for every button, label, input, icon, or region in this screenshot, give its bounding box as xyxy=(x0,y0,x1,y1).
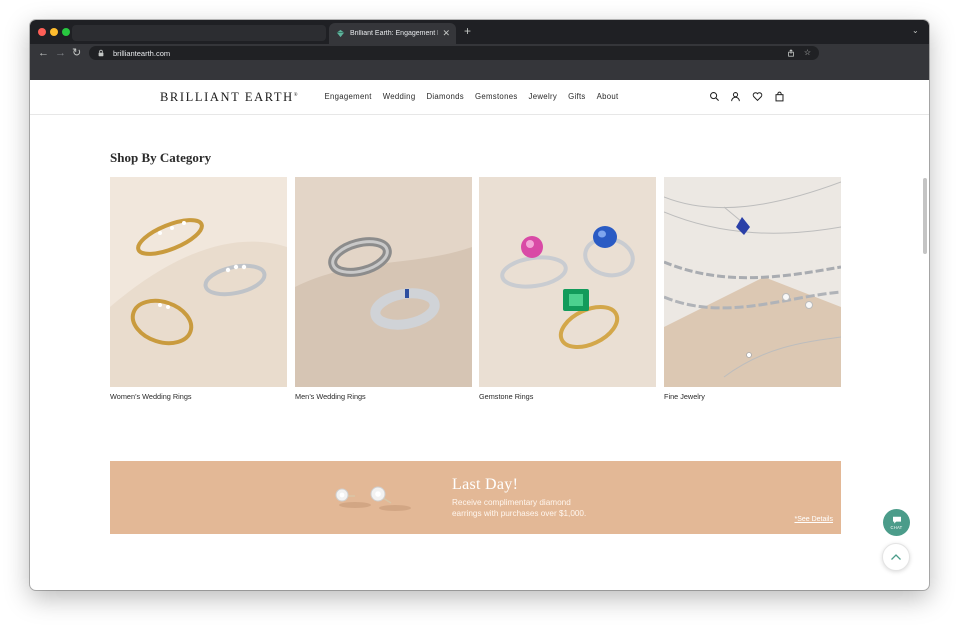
chat-bubble-icon xyxy=(892,516,901,523)
bookmark-star-icon[interactable]: ☆ xyxy=(804,49,811,57)
see-details-link[interactable]: *See Details xyxy=(794,516,833,523)
banner-title: Last Day! xyxy=(452,476,519,493)
category-label[interactable]: Women’s Wedding Rings xyxy=(110,392,287,401)
banner-description: Receive complimentary diamond earrings w… xyxy=(452,498,587,518)
category-card-gemstone-rings[interactable]: Gemstone Rings xyxy=(479,177,656,401)
new-tab-button[interactable]: + xyxy=(464,25,471,37)
search-icon[interactable] xyxy=(709,91,720,102)
womens-wedding-rings-image xyxy=(110,177,287,387)
mens-wedding-rings-image xyxy=(295,177,472,387)
diamond-earrings-image xyxy=(335,486,411,511)
tab-close-icon[interactable]: ✕ xyxy=(442,29,450,38)
nav-diamonds[interactable]: Diamonds xyxy=(426,92,464,101)
nav-engagement[interactable]: Engagement xyxy=(325,92,372,101)
category-label[interactable]: Fine Jewelry xyxy=(664,392,841,401)
brilliant-earth-logo[interactable]: BRILLIANT EARTH® xyxy=(160,90,298,105)
shopping-bag-icon[interactable] xyxy=(774,91,785,102)
nav-wedding[interactable]: Wedding xyxy=(383,92,416,101)
tab-active[interactable]: Brilliant Earth: Engagement Rin ✕ xyxy=(329,23,456,44)
nav-gemstones[interactable]: Gemstones xyxy=(475,92,518,101)
nav-about[interactable]: About xyxy=(597,92,619,101)
fine-jewelry-image xyxy=(664,177,841,387)
nav-jewelry[interactable]: Jewelry xyxy=(529,92,558,101)
chevron-up-icon xyxy=(891,554,901,560)
category-card-fine-jewelry[interactable]: Fine Jewelry xyxy=(664,177,841,401)
share-icon[interactable] xyxy=(787,49,795,57)
page-scrollbar[interactable] xyxy=(923,178,927,254)
maximize-window-button[interactable] xyxy=(62,28,70,36)
gemstone-rings-image xyxy=(479,177,656,387)
main-nav: Engagement Wedding Diamonds Gemstones Je… xyxy=(319,92,624,101)
account-icon[interactable] xyxy=(730,91,741,102)
nav-gifts[interactable]: Gifts xyxy=(568,92,586,101)
chat-button[interactable]: CHAT xyxy=(883,509,910,536)
section-title: Shop By Category xyxy=(110,150,212,165)
url-text: brilliantearth.com xyxy=(113,48,171,58)
tab-inactive[interactable] xyxy=(72,25,326,41)
promo-banner[interactable]: Last Day! Receive complimentary diamond … xyxy=(110,461,841,534)
back-arrow-icon[interactable]: ← xyxy=(38,46,49,60)
category-card-mens-wedding-rings[interactable]: Men’s Wedding Rings xyxy=(295,177,472,401)
close-window-button[interactable] xyxy=(38,28,46,36)
browser-toolbar: ← → ↻ brilliantearth.com ☆ xyxy=(30,44,929,62)
category-label[interactable]: Gemstone Rings xyxy=(479,392,656,401)
minimize-window-button[interactable] xyxy=(50,28,58,36)
tab-strip: Brilliant Earth: Engagement Rin ✕ + ⌄ xyxy=(30,20,929,44)
brilliant-earth-favicon-icon xyxy=(335,29,345,39)
site-header: BRILLIANT EARTH® Engagement Wedding Diam… xyxy=(30,80,929,115)
forward-arrow-icon[interactable]: → xyxy=(55,46,66,60)
chat-label: CHAT xyxy=(890,524,903,530)
tab-search-chevron-icon[interactable]: ⌄ xyxy=(912,27,919,35)
browser-chrome-background xyxy=(30,62,929,80)
category-label[interactable]: Men’s Wedding Rings xyxy=(295,392,472,401)
back-to-top-button[interactable] xyxy=(882,543,910,571)
address-bar[interactable]: brilliantearth.com ☆ xyxy=(89,46,819,60)
lock-icon xyxy=(98,49,104,57)
browser-window: Brilliant Earth: Engagement Rin ✕ + ⌄ ← … xyxy=(30,20,929,590)
tab-title: Brilliant Earth: Engagement Rin xyxy=(350,30,439,37)
category-card-womens-wedding-rings[interactable]: Women’s Wedding Rings xyxy=(110,177,287,401)
reload-icon[interactable]: ↻ xyxy=(72,46,81,60)
wishlist-heart-icon[interactable] xyxy=(752,91,763,102)
